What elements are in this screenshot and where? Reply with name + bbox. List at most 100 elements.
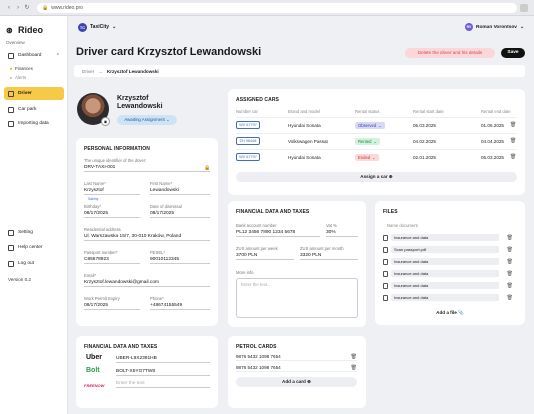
passport-field[interactable]: C85678923	[84, 257, 140, 264]
more-info-textarea[interactable]: Enter the text...	[236, 278, 358, 318]
breadcrumb-parent[interactable]: Driver	[82, 69, 94, 74]
trash-icon[interactable]: 🗑	[510, 154, 516, 160]
save-button[interactable]: Save	[501, 48, 525, 58]
sidebar-item-label: Car park	[18, 107, 37, 112]
user-menu[interactable]: RV Roman Vorontsov ⌄	[465, 23, 524, 31]
address-field[interactable]: Ul. Warszawska 15/7, 30-010 Kraków, Pola…	[84, 234, 210, 241]
sidebar-item-label: Setting	[18, 230, 33, 235]
sidebar-item-label: Finances	[15, 66, 33, 71]
dismissal-field[interactable]: 08/17/2025	[150, 211, 210, 218]
lock-icon: 🔒	[42, 4, 49, 11]
add-file-button[interactable]: Add a file 📎	[383, 308, 517, 318]
file-icon	[383, 270, 388, 277]
chevron-down-icon: ⌄	[112, 24, 117, 30]
email-field[interactable]: Krzysztof.lewandowski@gmail.com	[84, 280, 210, 287]
plate-badge[interactable]: WV 67797	[236, 121, 260, 129]
camera-icon[interactable]: ◉	[101, 117, 110, 126]
user-name: Roman Vorontsov	[476, 24, 517, 30]
back-icon[interactable]: ‹	[6, 5, 12, 11]
trash-icon[interactable]: 🗑	[507, 235, 513, 241]
button-label: Assign a car	[360, 174, 388, 179]
assigned-cars-card: ASSIGNED CARS Number car Brand and model…	[228, 89, 525, 195]
pesel-field[interactable]: 90010112345	[150, 257, 210, 264]
forward-icon[interactable]: ›	[15, 5, 21, 11]
freenow-id-field[interactable]: Enter the text	[116, 381, 210, 388]
first-name-field[interactable]: Lewandowski	[150, 188, 210, 195]
sidebar-item-setting[interactable]: Setting	[4, 227, 64, 238]
list-item[interactable]: Insurance and data 🗑	[383, 293, 513, 302]
trash-icon[interactable]: 🗑	[507, 271, 513, 277]
company-selector[interactable]: TC TaxiCity ⌄	[78, 22, 117, 32]
rental-status[interactable]: Ended ⌄	[355, 154, 379, 161]
assign-car-button[interactable]: Assign a car ⊕	[236, 172, 517, 182]
sidebar-item-car-park[interactable]: Car park	[4, 104, 64, 115]
sidebar-item-log-out[interactable]: Log out	[4, 258, 64, 269]
sidebar-item-dashboard[interactable]: Dashboard ⌃	[4, 50, 64, 61]
logo[interactable]: ⊛ Rideo	[6, 25, 43, 35]
list-item[interactable]: Scan passport.pdf 🗑	[383, 245, 513, 254]
plate-badge[interactable]: WV 67797	[236, 153, 260, 161]
extension-icon[interactable]	[520, 3, 528, 12]
trash-icon[interactable]: 🗑	[351, 354, 357, 360]
reload-icon[interactable]: ↻	[24, 5, 30, 11]
plate-badge[interactable]: ZH 96448	[236, 137, 260, 145]
sidebar-item-importing-data[interactable]: Importing data	[4, 118, 64, 129]
uber-id-field[interactable]: UBER-L9X2391HB	[116, 356, 210, 363]
url-text: www.rideo.pro	[51, 4, 83, 11]
divider	[236, 133, 517, 134]
rental-status[interactable]: Observed ⌄	[355, 122, 385, 129]
column-header: Name document	[387, 223, 418, 228]
sidebar-item-driver[interactable]: Driver	[4, 87, 64, 100]
zus-week-label: ZUS amount per week	[236, 246, 278, 251]
sidebar-item-alerts[interactable]: Alerts	[10, 75, 26, 80]
sidebar-item-finances[interactable]: Finances	[10, 66, 33, 71]
phone-label: Phone*	[150, 296, 164, 301]
zus-month-field[interactable]: 3320 PLN	[300, 253, 358, 260]
status-badge[interactable]: Awaiting Assignment ⌄	[117, 115, 177, 125]
last-name-field[interactable]: Krzysztof	[84, 188, 140, 195]
trash-icon[interactable]: 🗑	[507, 259, 513, 265]
file-name: Scan passport.pdf	[391, 246, 499, 253]
card-number: 9876 5432 1098 7654	[236, 354, 281, 359]
chevron-up-icon: ⌃	[55, 52, 60, 59]
bank-field[interactable]: PL12 3456 7890 1234 5678	[236, 230, 320, 237]
rental-start: 04.02.2025	[413, 139, 436, 144]
button-label: Add a card	[282, 379, 306, 384]
trash-icon[interactable]: 🗑	[507, 295, 513, 301]
gear-icon	[8, 229, 14, 236]
bolt-id-field[interactable]: BOLT-X5YG7TW8	[116, 369, 210, 376]
zus-week-field[interactable]: 3700 PLN	[236, 253, 294, 260]
import-icon	[8, 120, 14, 127]
list-item[interactable]: Insurance and data 🗑	[383, 257, 513, 266]
car-model: Volkswagen Passat	[288, 139, 328, 144]
file-name: Insurance and data	[391, 258, 499, 265]
address-label: Residential address	[84, 227, 121, 232]
trash-icon[interactable]: 🗑	[351, 365, 357, 371]
file-icon	[383, 258, 388, 265]
button-label: Add a file	[436, 310, 457, 315]
list-item[interactable]: Insurance and data 🗑	[383, 233, 513, 242]
status-text: Rented	[358, 139, 372, 144]
delete-driver-button[interactable]: Delete the driver and his details	[405, 48, 495, 58]
phone-field[interactable]: +48674155549	[150, 303, 210, 310]
vat-field[interactable]: 30%	[326, 230, 358, 237]
address-bar[interactable]: 🔒 www.rideo.pro	[37, 2, 517, 13]
birthday-label: Birthday*	[84, 204, 101, 209]
browser-chrome: ‹ › ↻ 🔒 www.rideo.pro	[0, 0, 534, 16]
bolt-logo: Bolt	[86, 367, 100, 374]
list-item[interactable]: Insurance and data 🗑	[383, 269, 513, 278]
top-bar: TC TaxiCity ⌄ RV Roman Vorontsov ⌄	[68, 16, 534, 38]
trash-icon[interactable]: 🗑	[510, 138, 516, 144]
trash-icon[interactable]: 🗑	[507, 247, 513, 253]
avatar: RV	[465, 23, 473, 31]
list-item[interactable]: Insurance and data 🗑	[383, 281, 513, 290]
birthday-field[interactable]: 08/17/2025	[84, 211, 140, 218]
rental-status[interactable]: Rented ⌄	[355, 138, 381, 145]
add-card-button[interactable]: Add a card ⊕	[236, 377, 357, 387]
permit-field[interactable]: 08/17/2025	[84, 303, 140, 310]
sidebar-item-help-center[interactable]: Help center	[4, 242, 64, 253]
trash-icon[interactable]: 🗑	[510, 122, 516, 128]
card-number: 9876 5432 1098 7654	[236, 365, 281, 370]
bullet-icon	[10, 67, 12, 70]
trash-icon[interactable]: 🗑	[507, 283, 513, 289]
